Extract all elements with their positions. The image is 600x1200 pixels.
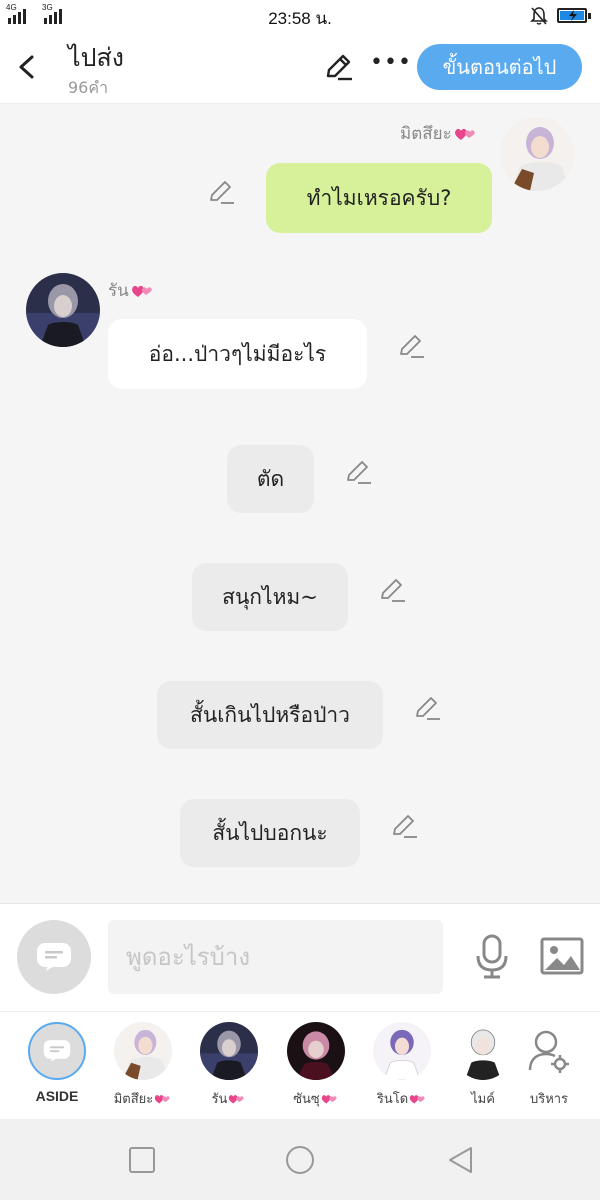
avatar <box>373 1022 431 1080</box>
character-label: ซันซุ <box>276 1088 356 1109</box>
aside-toggle-button[interactable] <box>17 920 91 994</box>
heart-icon <box>229 1094 245 1103</box>
character-label: ASIDE <box>35 1088 79 1104</box>
avatar <box>114 1022 172 1080</box>
avatar <box>287 1022 345 1080</box>
image-icon[interactable] <box>540 936 584 976</box>
status-bar: 4G 3G 23:58 น. <box>0 0 600 32</box>
character-bar: ASIDE มิตสึยะ รัน ซันซุ รินโด ไมค์ บริหา… <box>0 1011 600 1119</box>
pencil-icon[interactable] <box>324 52 354 82</box>
back-arrow-icon[interactable] <box>14 52 40 82</box>
avatar-ran[interactable] <box>26 273 100 347</box>
avatar-mitsuya[interactable] <box>500 117 574 191</box>
character-label: รัน <box>189 1088 269 1109</box>
chat-bubble-icon <box>43 1040 71 1062</box>
triangle-back-icon[interactable] <box>446 1145 476 1175</box>
word-count: 96คำ <box>68 78 109 97</box>
heart-icon <box>131 285 152 297</box>
bell-muted-icon <box>530 7 548 25</box>
pencil-icon[interactable] <box>391 812 419 840</box>
message-input[interactable] <box>108 920 443 994</box>
system-nav-bar <box>0 1119 600 1200</box>
heart-icon <box>409 1094 425 1103</box>
narration-bubble[interactable]: สั้นเกินไปหรือป่าว <box>157 681 383 749</box>
aside-avatar <box>28 1022 86 1080</box>
pencil-icon[interactable] <box>208 178 236 206</box>
heart-icon <box>321 1094 337 1103</box>
pencil-icon[interactable] <box>398 332 426 360</box>
narration-bubble[interactable]: ตัด <box>227 445 314 513</box>
message-bubble[interactable]: อ่อ...ป่าวๆไม่มีอะไร <box>108 319 367 389</box>
chat-area: มิตสึยะ ทำไมเหรอครับ? รัน อ่อ...ป่าวๆไม่… <box>0 105 600 903</box>
avatar <box>200 1022 258 1080</box>
mic-icon[interactable] <box>472 934 512 980</box>
heart-icon <box>155 1094 170 1103</box>
clock: 23:58 น. <box>268 9 332 28</box>
next-step-button[interactable]: ขั้นตอนต่อไป <box>417 44 582 90</box>
speaker-name: มิตสึยะ <box>400 120 478 147</box>
character-label: บริหาร <box>529 1092 569 1107</box>
page-title: ไปส่ง <box>68 43 124 72</box>
character-aside[interactable]: ASIDE <box>17 1022 97 1104</box>
speaker-name: รัน <box>108 277 155 304</box>
square-icon[interactable] <box>127 1145 157 1175</box>
circle-icon[interactable] <box>285 1145 315 1175</box>
manage-characters[interactable]: บริหาร <box>509 1022 589 1109</box>
pencil-icon[interactable] <box>414 694 442 722</box>
chat-bubble-icon <box>37 943 71 971</box>
person-gear-icon <box>520 1022 578 1080</box>
narration-bubble[interactable]: สั้นไปบอกนะ <box>180 799 360 867</box>
pencil-icon[interactable] <box>379 576 407 604</box>
more-icon[interactable]: ••• <box>370 50 412 75</box>
character-ran[interactable]: รัน <box>189 1022 269 1109</box>
input-bar <box>0 903 600 1011</box>
character-label: มิตสึยะ <box>103 1088 183 1109</box>
header: ไปส่ง 96คำ ••• ขั้นตอนต่อไป <box>0 32 600 104</box>
avatar <box>454 1022 512 1080</box>
heart-icon <box>454 128 475 140</box>
pencil-icon[interactable] <box>345 458 373 486</box>
character-sanzu[interactable]: ซันซุ <box>276 1022 356 1109</box>
character-rindo[interactable]: รินโด <box>362 1022 442 1109</box>
message-bubble[interactable]: ทำไมเหรอครับ? <box>266 163 492 233</box>
character-mitsuya[interactable]: มิตสึยะ <box>103 1022 183 1109</box>
narration-bubble[interactable]: สนุกไหม~ <box>192 563 348 631</box>
battery-icon <box>557 8 591 23</box>
character-label: รินโด <box>362 1088 442 1109</box>
